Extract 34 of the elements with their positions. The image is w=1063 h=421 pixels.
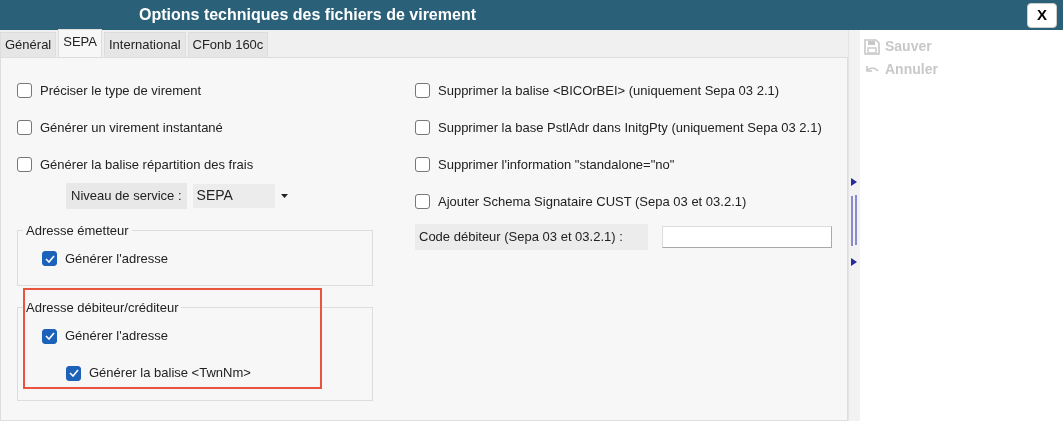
checkbox-label: Préciser le type de virement [40, 81, 202, 100]
checkbox[interactable] [415, 194, 430, 209]
checkbox[interactable] [17, 157, 32, 172]
group-title: Adresse débiteur/créditeur [25, 300, 180, 316]
field-label: Code débiteur (Sepa 03 et 03.2.1) : [415, 224, 648, 250]
group-title: Adresse émetteur [25, 222, 130, 239]
tab[interactable]: Général [0, 31, 57, 57]
caret-icon [281, 193, 289, 198]
checkbox-label: Ajouter Schema Signataire CUST (Sepa 03 et 03.2.1) [438, 192, 747, 211]
tab[interactable]: CFonb 160c [187, 31, 269, 57]
tab[interactable]: International [103, 31, 186, 57]
checkbox[interactable] [66, 365, 81, 381]
save-icon [864, 38, 880, 55]
checkbox[interactable] [415, 83, 430, 98]
checkbox-label: Générer la balise répartition des frais [40, 155, 254, 174]
checkbox[interactable] [415, 157, 430, 172]
tab[interactable]: SEPA [58, 28, 102, 57]
field-label: Niveau de service : [66, 183, 187, 209]
close-button[interactable]: X [1027, 2, 1057, 28]
checkbox-label: Générer un virement instantané [40, 118, 223, 137]
checkbox-label: Générer l'adresse [65, 249, 168, 268]
checkbox-label: Générer l'adresse [65, 327, 168, 346]
input-field[interactable] [662, 225, 832, 248]
checkbox[interactable] [42, 328, 57, 344]
checkbox[interactable] [17, 120, 32, 135]
window-title: Options techniques des fichiers de virement [138, 5, 477, 25]
checkbox-label: Générer la balise <TwnNm> [89, 364, 251, 383]
checkbox[interactable] [17, 83, 32, 98]
checkbox-label: Supprimer l'information "standalone="no" [438, 155, 675, 174]
service-level-dropdown[interactable]: SEPA [192, 183, 295, 208]
checkbox-label: Supprimer la base PstlAdr dans InitgPty (uniquement Sepa 03 2.1) [438, 118, 822, 137]
checkbox[interactable] [415, 120, 430, 135]
checkbox-label: Supprimer la balise <BICOrBEI> (uniquement Sepa 03 2.1) [438, 81, 780, 100]
checkbox[interactable] [42, 251, 57, 267]
